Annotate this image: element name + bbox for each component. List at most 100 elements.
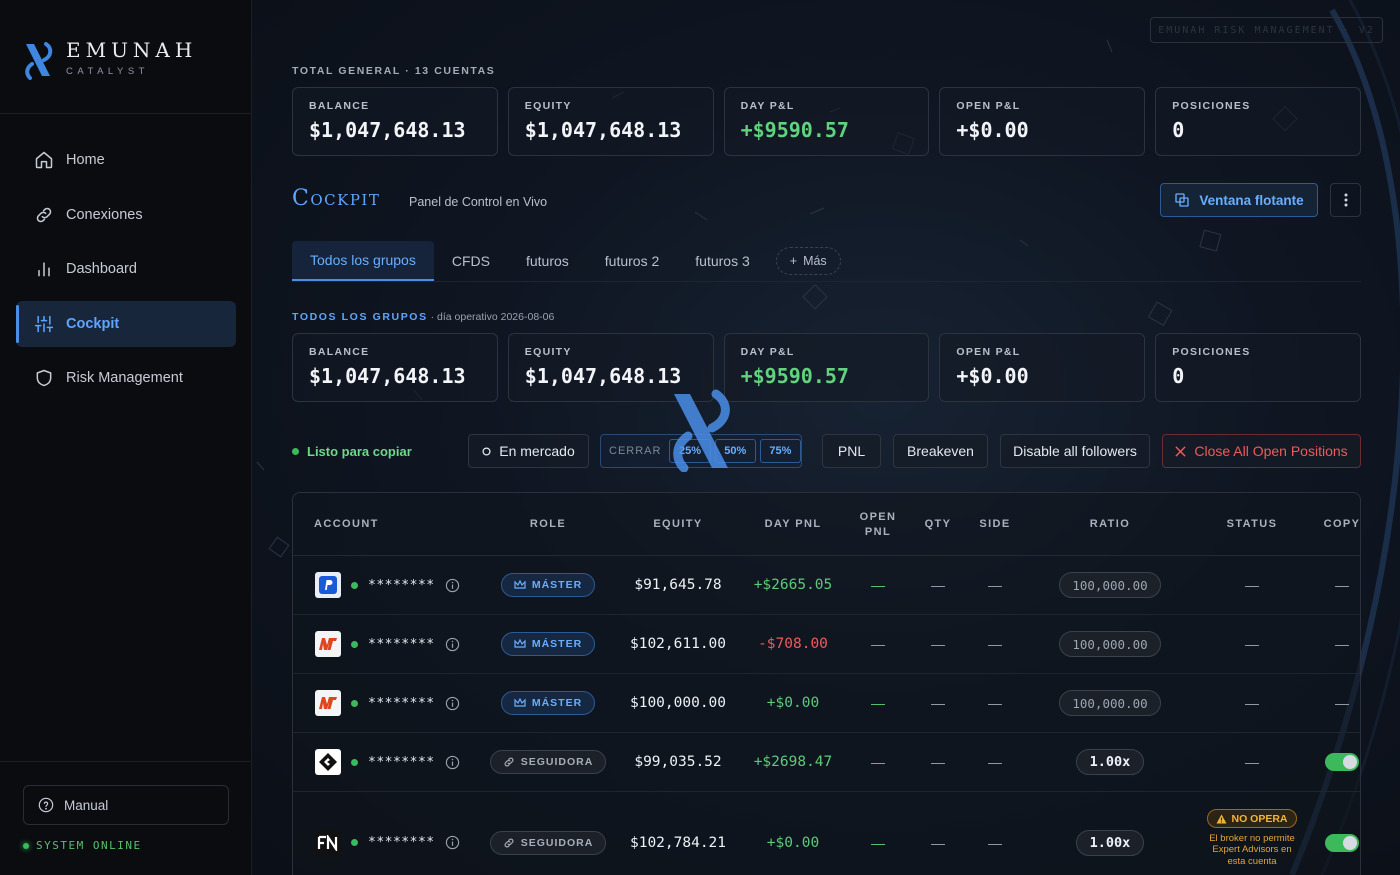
close-label: CERRAR	[609, 445, 662, 457]
sidebar-item-dashboard[interactable]: Dashboard	[16, 246, 236, 292]
stat-card-day-pnl: DAY P&L +$9590.57	[723, 333, 930, 402]
column-header[interactable]: COPY	[1313, 493, 1360, 556]
in-market-button[interactable]: En mercado	[468, 434, 589, 468]
copy-cell	[1313, 733, 1360, 791]
tab-todos-los-grupos[interactable]: Todos los grupos	[292, 241, 434, 281]
sidebar-item-label: Dashboard	[66, 261, 137, 277]
equity-cell: $99,035.52	[634, 754, 722, 770]
open-pnl-cell: —	[871, 636, 885, 652]
sidebar-item-label: Risk Management	[66, 370, 183, 386]
column-header[interactable]: SIDE	[970, 493, 1020, 556]
copy-cell: —	[1335, 636, 1349, 652]
info-icon[interactable]	[445, 637, 460, 652]
aleph-logo-icon	[25, 42, 53, 80]
stat-card-positions: POSICIONES 0	[1155, 333, 1361, 402]
column-header[interactable]: ACCOUNT	[314, 493, 394, 556]
more-options-button[interactable]	[1330, 183, 1361, 217]
crown-icon	[514, 580, 526, 589]
table-row[interactable]: ******** MÁSTER $102,611.00 -$708.00 — —…	[293, 615, 1360, 674]
pnl-button[interactable]: PNL	[822, 434, 881, 468]
close-50-button[interactable]: 50%	[714, 439, 756, 463]
equity-cell: $100,000.00	[629, 695, 727, 711]
tab-futuros-2[interactable]: futuros 2	[587, 241, 677, 281]
table-row[interactable]: ******** SEGUIDORA $99,035.52 +$2698.47 …	[293, 733, 1360, 792]
ratio-cell: 100,000.00	[1040, 615, 1180, 673]
column-header[interactable]: QTY	[913, 493, 963, 556]
close-all-positions-button[interactable]: Close All Open Positions	[1162, 434, 1361, 468]
sidebar-nav: Home Conexiones Dashboard Cockpit Risk M…	[16, 137, 236, 410]
system-status-text: SYSTEM ONLINE	[36, 839, 142, 852]
column-header[interactable]: ROLE	[498, 493, 598, 556]
equity-cell: $91,645.78	[634, 577, 722, 593]
column-header[interactable]: DAY PNL	[743, 493, 843, 556]
ready-status: Listo para copiar	[292, 444, 412, 459]
info-icon[interactable]	[445, 696, 460, 711]
stat-card-positions: POSICIONES 0	[1155, 87, 1361, 156]
column-header[interactable]: RATIO	[1060, 493, 1160, 556]
sidebar-item-conexiones[interactable]: Conexiones	[16, 192, 236, 238]
role-badge: SEGUIDORA	[489, 830, 607, 855]
home-icon	[35, 151, 53, 169]
column-header[interactable]: OPEN PNL	[853, 493, 903, 556]
ratio-multiplier[interactable]: 1.00x	[1075, 749, 1145, 775]
account-name: ********	[368, 835, 435, 850]
sidebar-divider	[0, 761, 252, 762]
info-icon[interactable]	[445, 578, 460, 593]
no-opera-status: NO OPERA El broker no permite Expert Adv…	[1207, 809, 1297, 867]
sidebar-item-cockpit[interactable]: Cockpit	[16, 300, 236, 347]
stat-card-open-pnl: OPEN P&L +$0.00	[939, 87, 1146, 156]
tab-futuros[interactable]: futuros	[508, 241, 587, 281]
manual-button[interactable]: Manual	[23, 785, 229, 825]
bar-chart-icon	[38, 262, 50, 277]
shield-icon	[36, 369, 52, 387]
sidebar-item-home[interactable]: Home	[16, 137, 236, 183]
info-icon[interactable]	[445, 835, 460, 850]
close-25-button[interactable]: 25%	[669, 439, 711, 463]
sidebar-item-risk-management[interactable]: Risk Management	[16, 355, 236, 401]
add-tab-button[interactable]: + Más	[775, 247, 841, 275]
status-cell: NO OPERA El broker no permite Expert Adv…	[1202, 792, 1302, 875]
diamond-logo-icon	[315, 749, 341, 775]
day-pnl-cell: -$708.00	[758, 636, 828, 652]
tab-cfds[interactable]: CFDS	[434, 241, 508, 281]
stat-value: +$9590.57	[740, 118, 849, 142]
column-header[interactable]: STATUS	[1202, 493, 1302, 556]
breakeven-button[interactable]: Breakeven	[893, 434, 988, 468]
table-row[interactable]: ******** SEGUIDORA $102,784.21 +$0.00 — …	[293, 792, 1360, 875]
stat-label: DAY P&L	[740, 346, 795, 358]
close-75-button[interactable]: 75%	[759, 439, 802, 463]
qty-cell: —	[931, 695, 945, 711]
brand-logo[interactable]: EMUNAH CATALYST	[22, 36, 232, 84]
brand-subtitle: CATALYST	[66, 66, 149, 77]
account-cell: ********	[315, 792, 460, 875]
copy-toggle[interactable]	[1325, 833, 1359, 852]
table-row[interactable]: ******** MÁSTER $100,000.00 +$0.00 — — —…	[293, 674, 1360, 733]
ratio-multiplier[interactable]: 1.00x	[1075, 829, 1145, 856]
ratio-cell: 100,000.00	[1040, 556, 1180, 614]
qty-cell: —	[931, 577, 945, 593]
table-row[interactable]: ******** MÁSTER $91,645.78 +$2665.05 — —…	[293, 556, 1360, 615]
tab-futuros-3[interactable]: futuros 3	[677, 241, 767, 281]
online-dot-icon	[351, 699, 358, 707]
role-badge: SEGUIDORA	[489, 750, 607, 774]
add-tab-label: Más	[803, 254, 827, 268]
day-pnl-cell: +$0.00	[766, 834, 820, 851]
more-vertical-icon	[1344, 193, 1347, 207]
stat-label: DAY P&L	[740, 100, 795, 112]
link-icon	[36, 207, 52, 222]
qty-cell: —	[931, 834, 945, 851]
equity-cell: $102,784.21	[629, 834, 727, 851]
side-cell: —	[988, 754, 1002, 770]
floating-window-button[interactable]: Ventana flotante	[1160, 183, 1318, 217]
info-icon[interactable]	[445, 755, 460, 770]
disable-followers-button[interactable]: Disable all followers	[1000, 434, 1150, 468]
account-cell: ********	[315, 615, 460, 673]
copy-toggle[interactable]	[1325, 753, 1359, 771]
table-header: ACCOUNT ROLE EQUITY DAY PNL OPEN PNL QTY…	[293, 493, 1360, 556]
warning-label: NO OPERA	[1231, 812, 1288, 825]
stat-value: $1,047,648.13	[309, 364, 466, 388]
role-badge: MÁSTER	[500, 573, 596, 597]
column-header[interactable]: EQUITY	[628, 493, 728, 556]
ratio-cell: 100,000.00	[1040, 674, 1180, 732]
equity-cell: $102,611.00	[629, 636, 727, 652]
